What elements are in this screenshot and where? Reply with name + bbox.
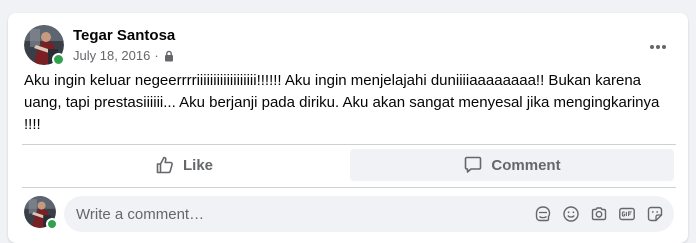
post-date[interactable]: July 18, 2016: [73, 48, 150, 63]
comment-icon: [465, 156, 482, 173]
comment-input[interactable]: [64, 196, 534, 232]
author-avatar[interactable]: [24, 25, 65, 66]
post-actions: Like Comment: [22, 149, 674, 181]
more-options-button[interactable]: [644, 33, 672, 61]
sticker-icon[interactable]: [646, 205, 664, 223]
emoji-icon[interactable]: [562, 205, 580, 223]
author-name[interactable]: Tegar Santosa: [73, 27, 175, 44]
gif-icon[interactable]: [618, 205, 636, 223]
like-button[interactable]: Like: [22, 149, 346, 181]
comment-tools: [534, 205, 674, 223]
viewer-online-dot: [46, 218, 58, 230]
comment-label: Comment: [491, 156, 561, 174]
post-header: Tegar Santosa July 18, 2016 ·: [24, 25, 676, 67]
like-label: Like: [182, 156, 213, 174]
post-text: Aku ingin keluar negeerrrriiiiiiiiiiiiii…: [24, 72, 660, 133]
post-card: Tegar Santosa July 18, 2016 · Aku ingin …: [8, 13, 688, 243]
meta-separator: ·: [154, 48, 159, 63]
like-icon: [156, 156, 173, 174]
actions-divider-bottom: [22, 187, 676, 188]
online-status-dot: [52, 53, 65, 66]
actions-divider-top: [22, 144, 676, 145]
lock-icon[interactable]: [163, 50, 175, 62]
camera-icon[interactable]: [590, 205, 608, 223]
more-dots-icon: [650, 45, 666, 49]
post-meta: July 18, 2016 ·: [73, 48, 175, 63]
viewer-avatar[interactable]: [24, 196, 58, 230]
avatar-sticker-icon[interactable]: [534, 205, 552, 223]
comment-box: [64, 196, 674, 232]
comment-composer: [24, 196, 674, 232]
comment-button[interactable]: Comment: [350, 149, 674, 181]
